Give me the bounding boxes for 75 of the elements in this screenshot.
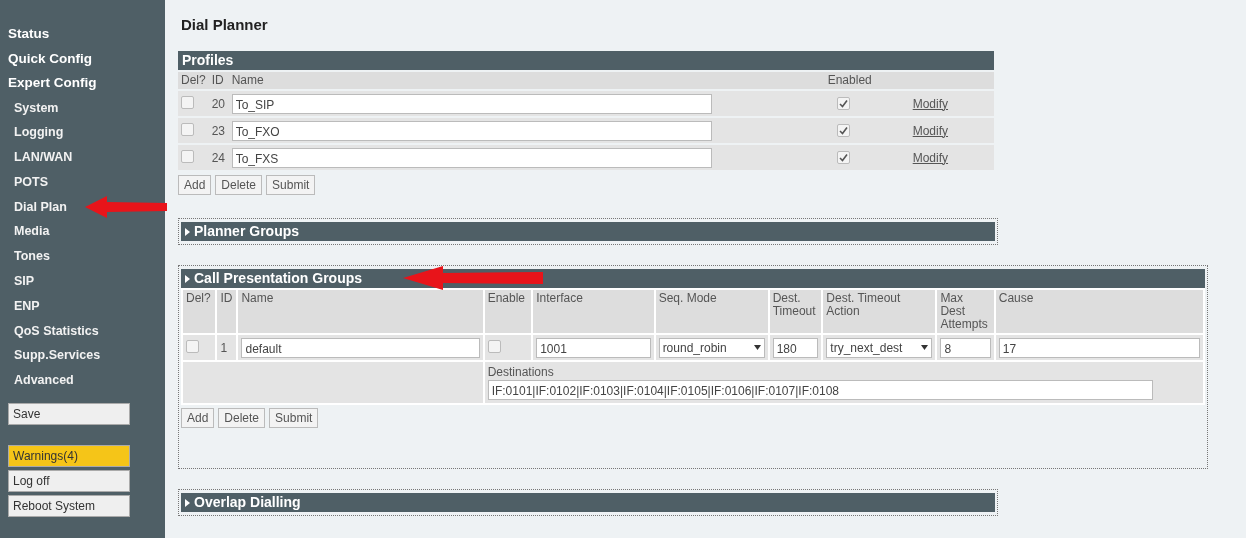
nav-item[interactable]: POTS (8, 169, 49, 195)
form-button[interactable]: Delete (218, 408, 266, 428)
form-button[interactable]: Add (178, 175, 212, 195)
field-label: Destinations (487, 365, 554, 379)
column-header: Del? (186, 291, 211, 305)
save-button[interactable]: Save (8, 403, 130, 426)
checkbox[interactable] (181, 122, 194, 136)
nav-item[interactable]: Status (8, 22, 50, 47)
checkbox[interactable] (836, 123, 850, 137)
nav-item[interactable]: System (8, 95, 59, 121)
attempts-field[interactable]: 8 (940, 337, 991, 358)
section-header[interactable]: Planner Groups (181, 222, 995, 241)
sidebar-button[interactable]: Log off (8, 470, 130, 493)
nav-item[interactable]: QoS Statistics (8, 318, 99, 344)
column-header: Cause (998, 291, 1034, 305)
nav-item[interactable]: SIP (8, 269, 35, 294)
expand-triangle-icon (185, 274, 190, 283)
destinations-field[interactable]: IF:0101|IF:0102|IF:0103|IF:0104|IF:0105|IF:0106|IF:0107|IF:0108 (487, 380, 1153, 400)
interface-field[interactable]: 1001 (536, 337, 651, 358)
checkbox[interactable] (181, 95, 194, 109)
column-header: Name (231, 73, 264, 87)
name-field[interactable]: To_FXS (231, 147, 712, 168)
checkbox[interactable] (186, 339, 199, 353)
nav-item[interactable]: Dial Plan (8, 194, 67, 220)
nav-item[interactable]: Logging (8, 120, 64, 146)
pointer-arrow-icon (85, 196, 167, 218)
form-button[interactable]: Add (181, 408, 215, 428)
expand-triangle-icon (185, 498, 190, 507)
seq-mode-select[interactable]: round_robin (658, 337, 765, 358)
section-header[interactable]: Overlap Dialling (181, 493, 995, 512)
cause-field[interactable]: 17 (998, 337, 1200, 358)
name-field[interactable]: default (241, 337, 480, 358)
sidebar-button[interactable]: Reboot System (8, 495, 130, 518)
column-header: Dest. Timeout Action (826, 291, 901, 318)
table-title: Profiles (178, 51, 994, 70)
warnings-button[interactable]: Warnings(4) (8, 445, 130, 468)
column-header: ID (211, 73, 224, 87)
expand-triangle-icon (185, 227, 190, 236)
table-cell: 23 (211, 123, 226, 138)
form-button[interactable]: Delete (215, 175, 263, 195)
column-header: Enabled (827, 73, 872, 87)
table-cell: 1 (220, 340, 228, 355)
nav-item[interactable]: Quick Config (8, 46, 92, 71)
table-cell: 24 (211, 150, 226, 165)
pointer-arrow-icon (403, 266, 543, 290)
column-header: Max Dest Attempts (940, 291, 988, 331)
checkbox[interactable] (836, 150, 850, 164)
timeout-field[interactable]: 180 (772, 337, 819, 358)
page-title: Dial Planner (181, 16, 269, 33)
checkbox[interactable] (836, 96, 850, 110)
checkbox[interactable] (181, 149, 194, 163)
nav-item[interactable]: Media (8, 219, 50, 245)
column-header: Interface (536, 291, 583, 305)
column-header: Dest. Timeout (772, 291, 816, 318)
column-header: ID (220, 291, 233, 305)
form-button[interactable]: Submit (269, 408, 319, 428)
nav-item[interactable]: Expert Config (8, 71, 97, 96)
caret-icon (753, 345, 761, 350)
column-header: Name (241, 291, 274, 305)
name-field[interactable]: To_SIP (231, 93, 712, 114)
checkbox[interactable] (487, 339, 501, 353)
form-button[interactable]: Submit (266, 175, 316, 195)
nav-item[interactable]: Supp.Services (8, 343, 101, 369)
caret-icon (921, 345, 929, 350)
nav-item[interactable]: Tones (8, 244, 50, 270)
column-header: Enable (487, 291, 525, 305)
timeout-action-select[interactable]: try_next_dest (826, 337, 933, 358)
nav-item[interactable]: Advanced (8, 368, 74, 394)
section-header[interactable]: Call Presentation Groups (181, 269, 1205, 288)
nav-item[interactable]: ENP (8, 293, 40, 319)
column-header: Del? (181, 73, 206, 87)
name-field[interactable]: To_FXO (231, 120, 712, 141)
nav-item[interactable]: LAN/WAN (8, 145, 73, 170)
column-header: Seq. Mode (658, 291, 717, 305)
table-cell: 20 (211, 96, 226, 111)
